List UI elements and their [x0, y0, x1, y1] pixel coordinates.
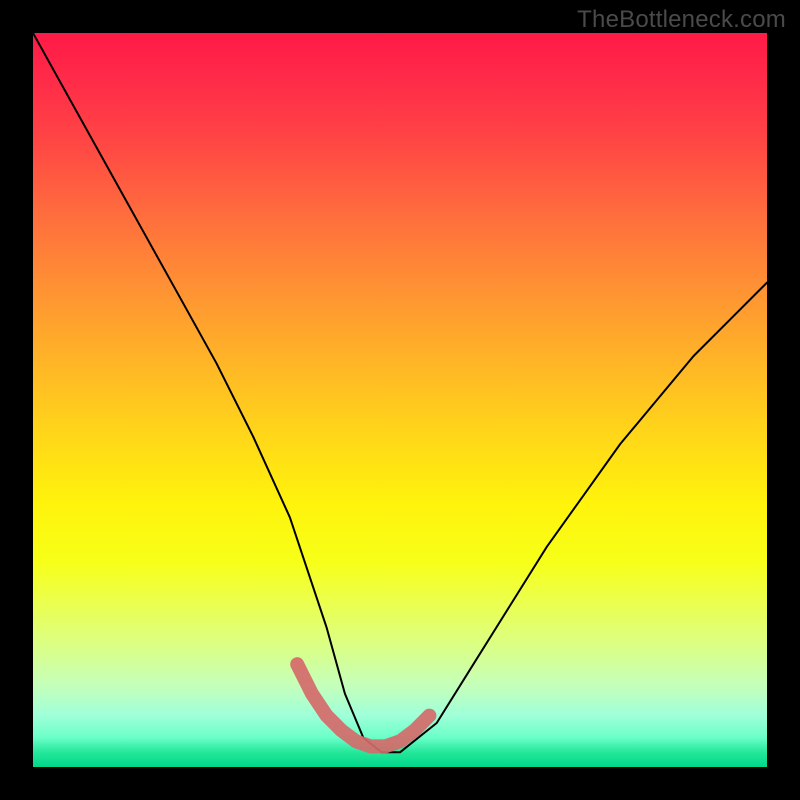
watermark-text: TheBottleneck.com [577, 6, 786, 34]
highlight-band-path [297, 664, 429, 746]
plot-area [33, 33, 767, 767]
curve-layer [33, 33, 767, 767]
chart-frame: TheBottleneck.com [0, 0, 800, 800]
bottleneck-curve-path [33, 33, 767, 752]
